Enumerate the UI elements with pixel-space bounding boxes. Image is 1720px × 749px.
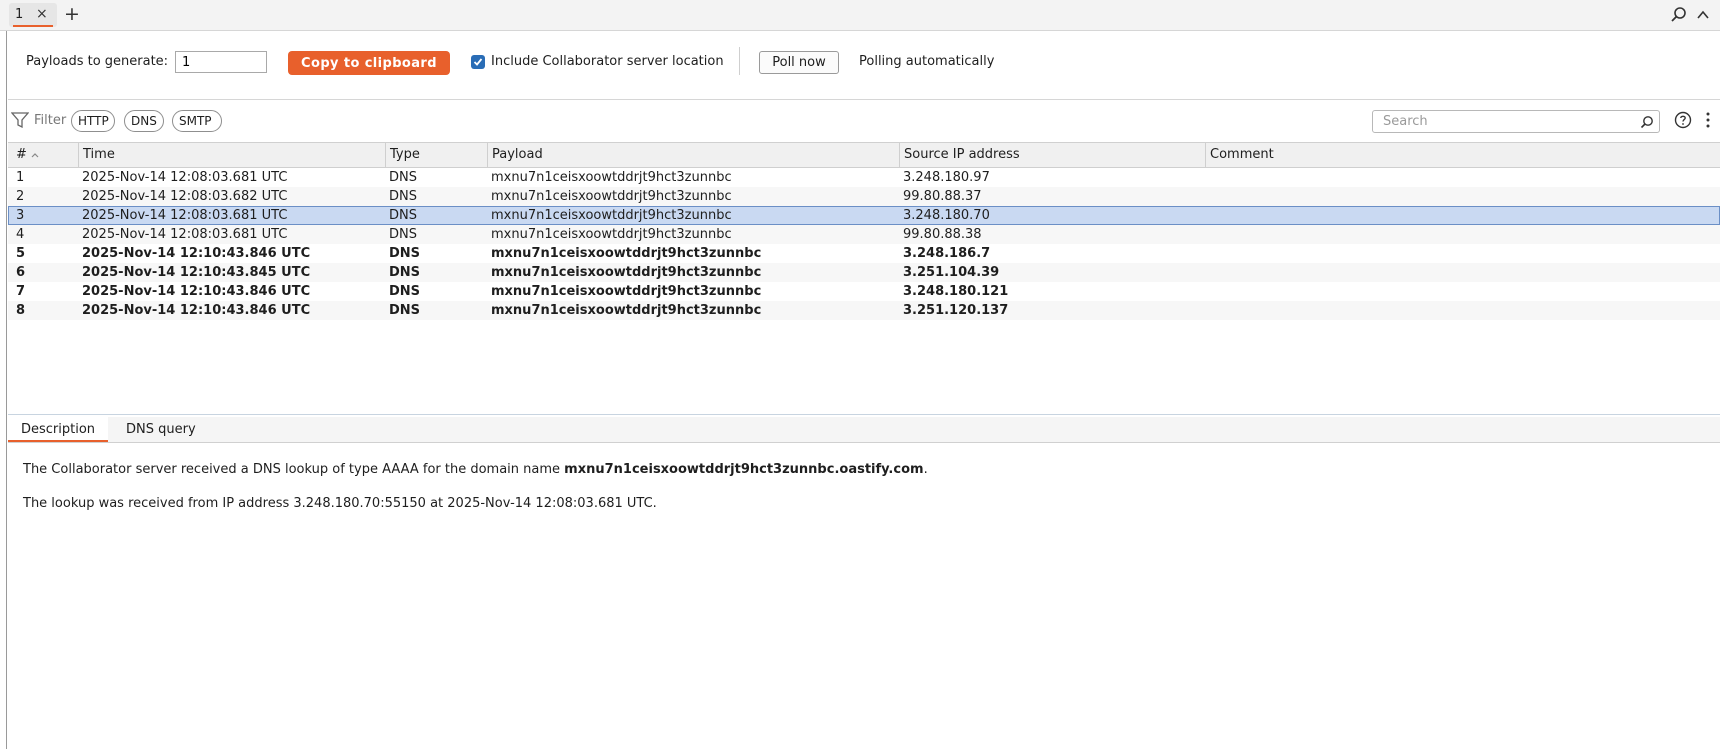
table-row[interactable]: 8 2025-Nov-14 12:10:43.846 UTC DNS mxnu7… [8,301,1720,320]
cell-number: 5 [16,246,26,261]
search-icon[interactable] [1670,6,1688,24]
include-location-label: Include Collaborator server location [491,54,724,69]
description-domain: mxnu7n1ceisxoowtddrjt9hct3zunnbc.oastify… [564,462,924,477]
search-box[interactable] [1372,110,1660,133]
interactions-table: # Time Type Payload Source IP address Co… [8,143,1720,415]
cell-time: 2025-Nov-14 12:08:03.682 UTC [82,189,288,204]
cell-time: 2025-Nov-14 12:10:43.846 UTC [82,303,311,318]
window-left-border [0,0,7,749]
cell-payload: mxnu7n1ceisxoowtddrjt9hct3zunnbc [491,303,762,318]
search-icon [1640,115,1654,133]
cell-number: 4 [16,227,25,242]
payloads-count-input[interactable] [175,51,267,73]
description-line-2: The lookup was received from IP address … [23,496,657,511]
cell-time: 2025-Nov-14 12:08:03.681 UTC [82,227,288,242]
cell-source-ip: 3.248.186.7 [903,246,991,261]
detail-pane: Description DNS query The Collaborator s… [8,417,1720,749]
filter-chip-http[interactable]: HTTP [71,110,115,132]
cell-source-ip: 99.80.88.37 [903,189,982,204]
tab-1[interactable]: 1 × [9,3,57,27]
cell-type: DNS [389,265,421,280]
filter-chip-dns[interactable]: DNS [124,110,164,132]
cell-type: DNS [389,189,417,204]
cell-type: DNS [389,284,421,299]
cell-type: DNS [389,227,417,242]
cell-payload: mxnu7n1ceisxoowtddrjt9hct3zunnbc [491,246,762,261]
col-header-comment[interactable]: Comment [1206,143,1720,167]
cell-number: 7 [16,284,26,299]
description-text: The Collaborator server received a DNS l… [23,462,565,477]
cell-payload: mxnu7n1ceisxoowtddrjt9hct3zunnbc [491,189,732,204]
search-input[interactable] [1381,113,1635,130]
filter-chip-smtp[interactable]: SMTP [172,110,222,132]
description-punct: . [923,462,928,477]
cell-source-ip: 99.80.88.38 [903,227,982,242]
col-header-type[interactable]: Type [386,143,488,167]
detail-tabs: Description DNS query [8,417,1720,443]
col-header-number[interactable]: # [8,143,79,167]
collaborator-toolbar: Payloads to generate: Copy to clipboard … [8,31,1720,100]
cell-time: 2025-Nov-14 12:10:43.846 UTC [82,246,311,261]
col-header-time[interactable]: Time [79,143,386,167]
cell-payload: mxnu7n1ceisxoowtddrjt9hct3zunnbc [491,227,732,242]
cell-source-ip: 3.251.120.137 [903,303,1009,318]
filter-label[interactable]: Filter [34,113,66,128]
cell-number: 6 [16,265,26,280]
polling-status: Polling automatically [859,54,995,69]
tab-label: 1 [15,7,24,22]
tab-dns-query[interactable]: DNS query [113,417,209,442]
cell-payload: mxnu7n1ceisxoowtddrjt9hct3zunnbc [491,284,762,299]
cell-time: 2025-Nov-14 12:08:03.681 UTC [82,208,288,223]
description-line-1: The Collaborator server received a DNS l… [23,462,928,477]
table-row[interactable]: 1 2025-Nov-14 12:08:03.681 UTC DNS mxnu7… [8,168,1720,187]
filter-icon[interactable] [10,112,30,132]
poll-now-button[interactable]: Poll now [759,51,839,74]
plus-icon[interactable]: + [64,3,80,25]
tab-description[interactable]: Description [8,417,109,442]
table-row-selected[interactable]: 3 2025-Nov-14 12:08:03.681 UTC DNS mxnu7… [8,206,1720,225]
cell-time: 2025-Nov-14 12:10:43.845 UTC [82,265,311,280]
cell-type: DNS [389,246,421,261]
cell-number: 1 [16,170,25,185]
table-row[interactable]: 5 2025-Nov-14 12:10:43.846 UTC DNS mxnu7… [8,244,1720,263]
cell-time: 2025-Nov-14 12:08:03.681 UTC [82,170,288,185]
check-icon [473,58,483,66]
table-row[interactable]: 7 2025-Nov-14 12:10:43.846 UTC DNS mxnu7… [8,282,1720,301]
active-tab-indicator [13,25,53,27]
cell-number: 2 [16,189,25,204]
table-header: # Time Type Payload Source IP address Co… [8,143,1720,168]
col-header-label: # [16,147,27,162]
chevron-up-icon[interactable] [1694,6,1712,24]
cell-number: 3 [16,208,25,223]
table-row[interactable]: 2 2025-Nov-14 12:08:03.682 UTC DNS mxnu7… [8,187,1720,206]
cell-time: 2025-Nov-14 12:10:43.846 UTC [82,284,311,299]
cell-source-ip: 3.248.180.121 [903,284,1009,299]
cell-payload: mxnu7n1ceisxoowtddrjt9hct3zunnbc [491,170,732,185]
col-header-source-ip[interactable]: Source IP address [900,143,1206,167]
filter-bar: Filter HTTP DNS SMTP [8,100,1720,143]
cell-source-ip: 3.251.104.39 [903,265,1000,280]
toolbar-divider [739,47,740,75]
copy-to-clipboard-button[interactable]: Copy to clipboard [288,51,450,75]
close-icon[interactable]: × [36,6,48,22]
cell-payload: mxnu7n1ceisxoowtddrjt9hct3zunnbc [491,208,732,223]
include-location-checkbox[interactable] [471,55,485,69]
cell-source-ip: 3.248.180.97 [903,170,990,185]
sort-ascending-icon [31,153,39,158]
help-icon[interactable] [1674,111,1692,133]
tab-bar: 1 × + [0,0,1720,31]
cell-payload: mxnu7n1ceisxoowtddrjt9hct3zunnbc [491,265,762,280]
cell-type: DNS [389,170,417,185]
table-row[interactable]: 4 2025-Nov-14 12:08:03.681 UTC DNS mxnu7… [8,225,1720,244]
cell-number: 8 [16,303,26,318]
cell-type: DNS [389,303,421,318]
table-row[interactable]: 6 2025-Nov-14 12:10:43.845 UTC DNS mxnu7… [8,263,1720,282]
payloads-label: Payloads to generate: [26,54,169,69]
col-header-payload[interactable]: Payload [488,143,900,167]
cell-type: DNS [389,208,417,223]
cell-source-ip: 3.248.180.70 [903,208,990,223]
more-vertical-icon[interactable] [1705,111,1711,133]
